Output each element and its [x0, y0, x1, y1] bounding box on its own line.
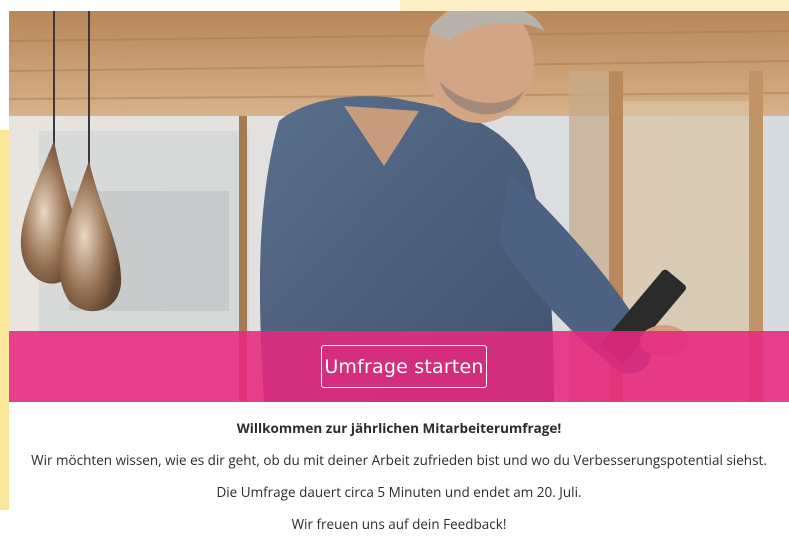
closing-paragraph: Wir freuen uns auf dein Feedback!: [291, 515, 507, 533]
welcome-text: Willkommen zur jährlichen Mitarbeiterumf…: [9, 402, 789, 534]
hero-image: Umfrage starten: [9, 11, 789, 402]
survey-welcome-card: Umfrage starten Willkommen zur jährliche…: [9, 11, 789, 556]
decorative-background-left: [0, 130, 9, 510]
start-survey-button[interactable]: Umfrage starten: [321, 345, 487, 388]
cta-band: Umfrage starten: [9, 331, 789, 402]
welcome-headline: Willkommen zur jährlichen Mitarbeiterumf…: [236, 419, 562, 437]
intro-paragraph: Wir möchten wissen, wie es dir geht, ob …: [31, 451, 767, 469]
duration-paragraph: Die Umfrage dauert circa 5 Minuten und e…: [216, 483, 582, 501]
decorative-background-top: [400, 0, 789, 11]
